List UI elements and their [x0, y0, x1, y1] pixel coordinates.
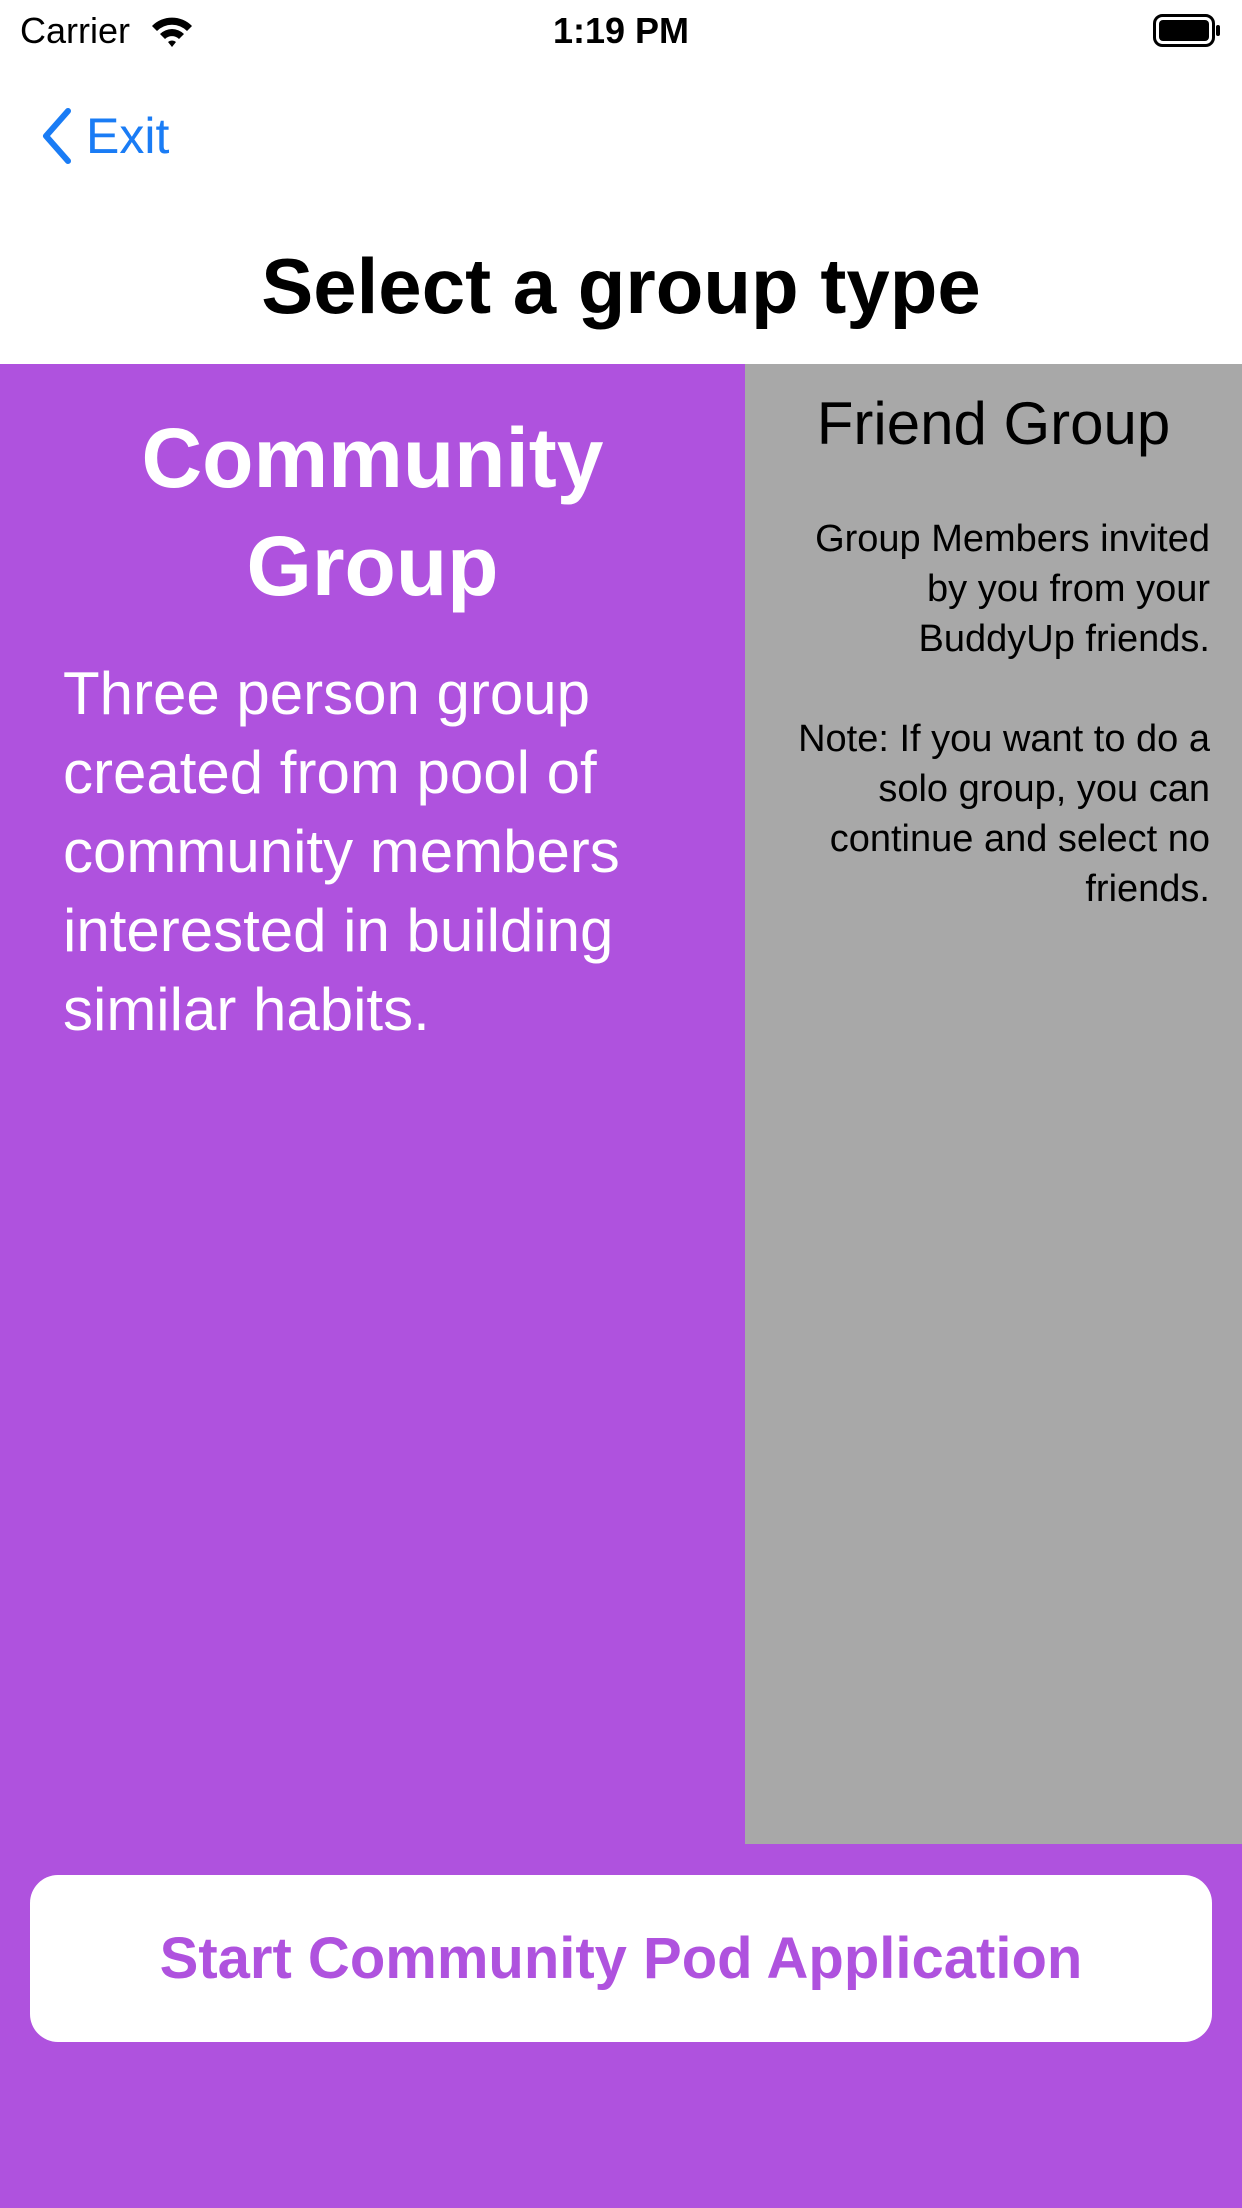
friend-group-description: Group Members invited by you from your B… — [770, 514, 1210, 914]
page-title: Select a group type — [261, 242, 981, 330]
chevron-left-icon — [43, 108, 71, 164]
exit-label: Exit — [86, 108, 170, 164]
community-group-option[interactable]: Community Group Three person group creat… — [0, 364, 745, 1844]
friend-group-members-text: Group Members invited by you from your B… — [815, 518, 1210, 660]
exit-button[interactable]: Exit — [40, 100, 169, 172]
status-bar: Carrier 1:19 PM — [0, 0, 1242, 62]
friend-group-note: Note: If you want to do a solo group, yo… — [798, 718, 1210, 910]
friend-group-option[interactable]: Friend Group Group Members invited by yo… — [745, 364, 1242, 1844]
friend-group-title: Friend Group — [816, 390, 1171, 457]
community-title-line2: Group — [246, 519, 499, 613]
community-group-description: Three person group created from pool of … — [63, 660, 620, 1043]
battery-icon — [1153, 14, 1221, 47]
status-time: 1:19 PM — [552, 10, 690, 51]
start-community-pod-button[interactable]: Start Community Pod Application — [30, 1875, 1212, 2042]
community-group-title: Community Group — [0, 404, 745, 620]
community-title-line1: Community — [141, 411, 604, 505]
